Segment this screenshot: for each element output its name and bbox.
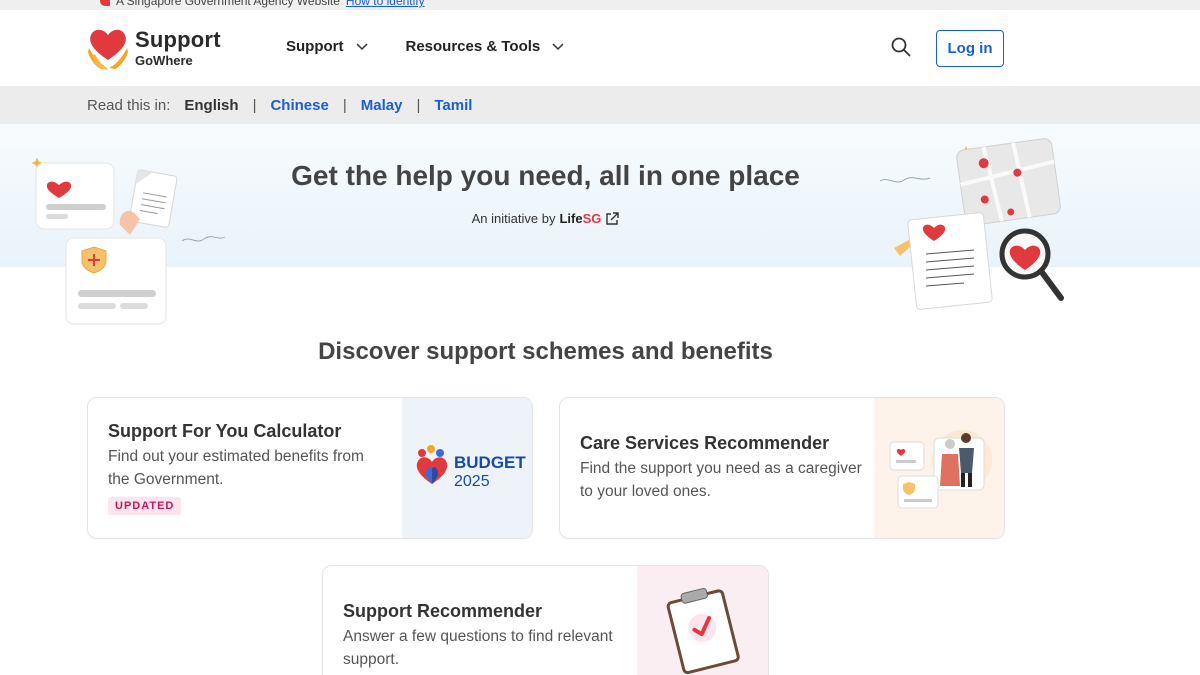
hero-title: Get the help you need, all in one place	[291, 160, 800, 191]
gov-banner-text: A Singapore Government Agency Website	[116, 0, 340, 8]
language-label: Read this in:	[87, 96, 171, 114]
how-to-identify-link[interactable]: How to identify	[346, 0, 425, 8]
card-title: Support For You Calculator	[108, 421, 342, 441]
singapore-lion-icon	[100, 0, 110, 6]
caregiver-illustration	[874, 398, 1004, 538]
clipboard-check-illustration	[637, 566, 768, 675]
nav-resources-label: Resources & Tools	[405, 38, 541, 55]
external-link-icon[interactable]	[605, 211, 620, 226]
chevron-down-icon	[355, 42, 368, 50]
search-icon[interactable]	[890, 36, 912, 58]
lifesg-link[interactable]: LifeSG	[559, 211, 601, 226]
logo-main-text: Support	[135, 27, 221, 52]
care-services-recommender-card[interactable]: Care Services Recommender Find the suppo…	[559, 397, 1005, 539]
language-chinese[interactable]: Chinese	[270, 97, 328, 114]
section-title: Discover support schemes and benefits	[318, 338, 773, 365]
card-description: Find the support you need as a caregiver…	[580, 460, 862, 500]
language-bar: Read this in: English | Chinese | Malay …	[0, 86, 1200, 124]
support-recommender-card[interactable]: Support Recommender Answer a few questio…	[322, 565, 769, 675]
card-title: Care Services Recommender	[580, 433, 830, 453]
lifesg-brand-a: Life	[559, 211, 583, 226]
gov-banner: A Singapore Government Agency Website Ho…	[0, 0, 1200, 10]
heart-hands-logo-icon	[88, 29, 128, 70]
login-button[interactable]: Log in	[936, 30, 1004, 67]
site-header: Support GoWhere Support Resources & Tool…	[0, 10, 1200, 86]
nav-support-label: Support	[286, 38, 344, 55]
divider: |	[416, 96, 421, 114]
updated-badge: UPDATED	[108, 497, 182, 515]
language-malay[interactable]: Malay	[361, 97, 403, 114]
nav-support[interactable]: Support	[286, 38, 368, 55]
card-title: Support Recommender	[343, 601, 543, 621]
divider: |	[252, 96, 257, 114]
budget-year-text: 2025	[454, 473, 490, 490]
language-tamil[interactable]: Tamil	[434, 97, 472, 114]
budget-text: BUDGET	[454, 453, 526, 472]
nav-resources-tools[interactable]: Resources & Tools	[406, 38, 565, 55]
card-description: Answer a few questions to find relevant …	[343, 628, 613, 668]
supportgowhere-logo[interactable]: Support GoWhere	[87, 26, 221, 70]
main-nav: Support Resources & Tools	[286, 38, 564, 55]
card-description: Find out your estimated benefits from th…	[108, 448, 364, 488]
lifesg-brand-b: SG	[582, 211, 602, 226]
divider: |	[342, 96, 347, 114]
language-english[interactable]: English	[184, 97, 238, 114]
chevron-down-icon	[552, 42, 564, 50]
initiative-prefix: An initiative by	[471, 211, 556, 226]
logo-sub-text: GoWhere	[135, 53, 193, 68]
initiative-line: An initiative by LifeSG	[0, 211, 1091, 226]
budget-2025-image: BUDGET 2025	[402, 398, 532, 538]
support-for-you-calculator-card[interactable]: Support For You Calculator Find out your…	[87, 397, 533, 539]
